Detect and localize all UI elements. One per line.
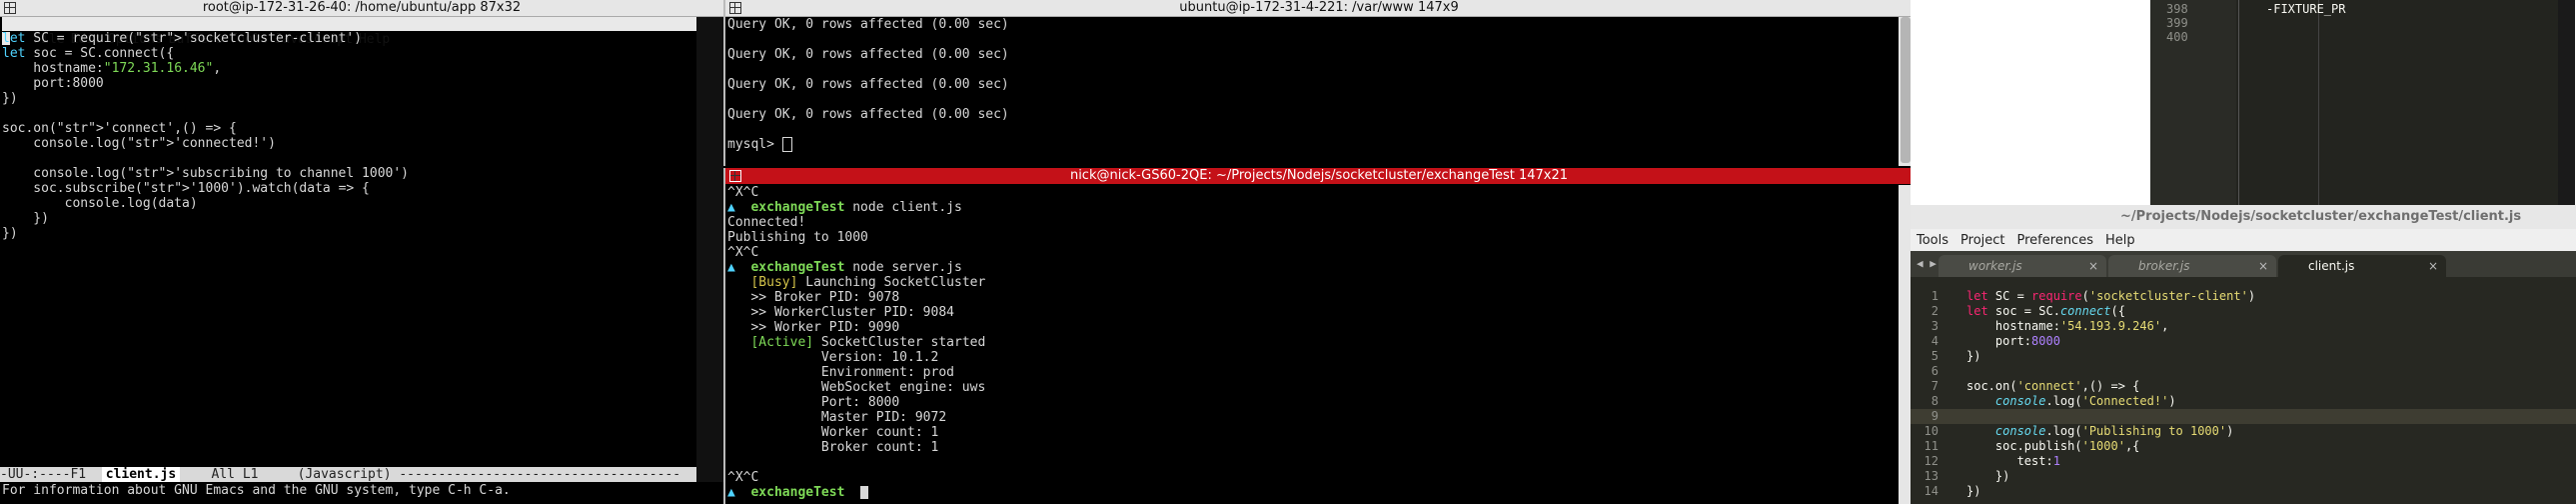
- tab-broker-js[interactable]: broker.js ×: [2108, 255, 2276, 277]
- emacs-menu-bar: File Edit Options Buffers Tools Javascript Hel…: [2, 17, 696, 47]
- tab-label: worker.js: [1968, 259, 2022, 273]
- terminal-cursor: [781, 137, 792, 152]
- sublime-editor[interactable]: 1 2 3 4 5 6 7 8 9 10 11 12 13 14 let SC …: [1911, 277, 2576, 504]
- tab-worker-js[interactable]: worker.js ×: [1938, 255, 2106, 277]
- window-menu-icon[interactable]: [4, 2, 16, 14]
- emacs-scroll-area: [696, 17, 723, 482]
- tab-label: client.js: [2308, 259, 2355, 273]
- mysql-output[interactable]: Query OK, 0 rows affected (0.00 sec) Que…: [725, 17, 1009, 152]
- mysql-terminal-window: ubuntu@ip-172-31-4-221: /var/www 147x9 Q…: [723, 0, 1913, 166]
- modeline-status: -UU-:----F1: [0, 467, 102, 482]
- socketcluster-terminal-window: nick@nick-GS60-2QE: ~/Projects/Nodejs/so…: [723, 168, 1913, 504]
- close-icon[interactable]: ×: [2258, 255, 2268, 277]
- menu-preferences[interactable]: Preferences: [2011, 230, 2099, 252]
- close-icon[interactable]: ×: [2088, 255, 2098, 277]
- terminal-cursor: [860, 486, 869, 499]
- close-icon[interactable]: ×: [2428, 255, 2438, 277]
- fragment-text: -FIXTURE_PR: [2266, 2, 2346, 16]
- node-window-title-bar[interactable]: nick@nick-GS60-2QE: ~/Projects/Nodejs/so…: [725, 168, 1913, 184]
- line-number-gutter: 1 2 3 4 5 6 7 8 9 10 11 12 13 14: [1924, 289, 1938, 498]
- modeline-mode: All L1 (Javascript) --------------------…: [180, 467, 681, 482]
- emacs-code-area[interactable]: let SC = require("str">'socketcluster-cl…: [2, 31, 409, 241]
- window-menu-icon[interactable]: [729, 2, 741, 14]
- divider: [2318, 0, 2319, 205]
- tab-client-js[interactable]: client.js ×: [2278, 255, 2446, 277]
- sublime-menu-bar: Tools Project Preferences Help: [1911, 229, 2576, 252]
- tab-label: broker.js: [2138, 259, 2190, 273]
- sublime-code-area[interactable]: let SC = require('socketcluster-client')…: [1966, 289, 2255, 499]
- node-window-title: nick@nick-GS60-2QE: ~/Projects/Nodejs/so…: [1069, 168, 1569, 183]
- emacs-window-title: root@ip-172-31-26-40: /home/ubuntu/app 8…: [202, 0, 522, 15]
- menu-project[interactable]: Project: [1954, 230, 2010, 252]
- sublime-text-window: 398 399 400 -FIXTURE_PR ~/Projects/Nodej…: [1911, 0, 2576, 504]
- emacs-window-title-bar[interactable]: root@ip-172-31-26-40: /home/ubuntu/app 8…: [0, 0, 723, 17]
- sublime-title-bar[interactable]: ~/Projects/Nodejs/socketcluster/exchange…: [1911, 205, 2576, 248]
- menu-help[interactable]: Help: [2099, 230, 2141, 252]
- fragment-gutter: [2150, 0, 2236, 205]
- mysql-window-title-bar[interactable]: ubuntu@ip-172-31-4-221: /var/www 147x9: [725, 0, 1913, 17]
- emacs-mode-line: -UU-:----F1 client.js All L1 (Javascript…: [0, 467, 696, 482]
- mysql-window-title: ubuntu@ip-172-31-4-221: /var/www 147x9: [1179, 0, 1459, 15]
- divider: [2238, 0, 2239, 205]
- menu-tools[interactable]: Tools: [1911, 230, 1954, 252]
- fragment-scrollbar: [2558, 0, 2575, 205]
- window-menu-icon[interactable]: [729, 170, 741, 182]
- emacs-terminal-window: root@ip-172-31-26-40: /home/ubuntu/app 8…: [0, 0, 723, 504]
- desktop-background: [1911, 0, 2150, 205]
- node-terminal-output[interactable]: ^X^C ▲ exchangeTest node client.js Conne…: [725, 185, 985, 500]
- emacs-echo-area: For information about GNU Emacs and the …: [2, 483, 511, 498]
- buffer-name[interactable]: client.js: [101, 467, 181, 482]
- tab-navigation-arrows-icon[interactable]: ◀ ▶: [1917, 257, 1936, 270]
- background-editor-fragment: 398 399 400 -FIXTURE_PR: [2150, 0, 2575, 205]
- scrollbar-thumb[interactable]: [1901, 17, 1911, 163]
- sublime-tab-bar: ◀ ▶ worker.js × broker.js × client.js ×: [1911, 251, 2576, 277]
- fragment-line-numbers: 398 399 400: [2166, 2, 2188, 44]
